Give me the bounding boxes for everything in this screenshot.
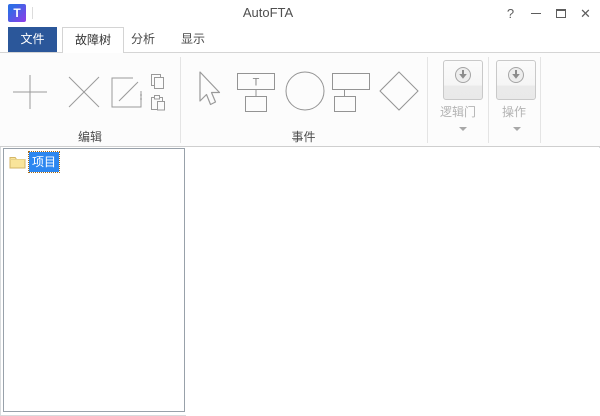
tree-item-label: 项目 — [29, 152, 59, 172]
close-icon: ✕ — [580, 7, 591, 20]
undeveloped-event-button[interactable] — [377, 69, 421, 113]
tab-analysis[interactable]: 分析 — [118, 27, 168, 52]
top-event-button[interactable]: T — [234, 69, 278, 113]
group-label-edit: 编辑 — [0, 128, 180, 145]
diamond-event-icon — [377, 69, 421, 113]
add-node-button[interactable] — [10, 72, 50, 112]
maximize-button[interactable] — [548, 0, 573, 26]
ribbon-tab-row: 文件 故障树 分析 显示 — [0, 26, 600, 53]
project-tree-panel: 项目 — [3, 148, 185, 412]
title-bar: T AutoFTA ? ✕ — [0, 0, 600, 26]
copy-icon — [150, 74, 166, 90]
copy-button[interactable] — [150, 74, 166, 90]
window-controls: ? ✕ — [498, 0, 598, 26]
down-circle-icon — [507, 66, 525, 84]
logic-gate-label: 逻辑门 — [428, 103, 488, 120]
top-event-letter: T — [253, 77, 260, 89]
minimize-button[interactable] — [523, 0, 548, 26]
window-title: AutoFTA — [60, 0, 476, 26]
group-separator — [427, 57, 428, 143]
close-button[interactable]: ✕ — [573, 0, 598, 26]
operation-button[interactable] — [496, 60, 536, 100]
group-separator — [488, 57, 489, 143]
circle-event-icon — [283, 69, 327, 113]
maximize-icon — [556, 9, 566, 18]
plus-icon — [10, 72, 50, 112]
cross-icon — [64, 72, 104, 112]
top-event-icon: T — [234, 69, 278, 113]
paste-icon — [150, 95, 166, 111]
paste-button[interactable] — [150, 95, 166, 111]
tab-fault-tree[interactable]: 故障树 — [62, 27, 124, 53]
select-tool-button[interactable] — [191, 70, 221, 108]
delete-node-button[interactable] — [64, 72, 104, 112]
tab-display[interactable]: 显示 — [168, 27, 218, 52]
edit-icon — [108, 74, 146, 110]
cursor-icon — [191, 70, 221, 108]
minimize-icon — [531, 13, 541, 14]
group-label-event: 事件 — [180, 128, 427, 145]
edit-node-button[interactable] — [108, 74, 146, 110]
canvas-area — [186, 148, 600, 416]
folder-icon — [9, 154, 26, 169]
group-separator — [540, 57, 541, 143]
app-window: T AutoFTA ? ✕ 文件 故障树 分析 显示 — [0, 0, 600, 416]
file-menu-button[interactable]: 文件 — [8, 27, 57, 52]
intermediate-event-button[interactable] — [329, 69, 373, 113]
operation-dropdown-arrow[interactable] — [513, 127, 521, 131]
help-button[interactable]: ? — [498, 0, 523, 26]
app-logo-icon: T — [8, 4, 26, 22]
operation-label: 操作 — [488, 103, 540, 120]
ribbon: 编辑 T — [0, 53, 600, 147]
intermediate-event-icon — [329, 69, 373, 113]
logic-gate-button[interactable] — [443, 60, 483, 100]
help-icon: ? — [507, 6, 514, 21]
titlebar-separator — [32, 7, 33, 19]
basic-event-button[interactable] — [283, 69, 327, 113]
logic-gate-dropdown-arrow[interactable] — [459, 127, 467, 131]
tree-item-project[interactable]: 项目 — [9, 152, 59, 171]
down-circle-icon — [454, 66, 472, 84]
